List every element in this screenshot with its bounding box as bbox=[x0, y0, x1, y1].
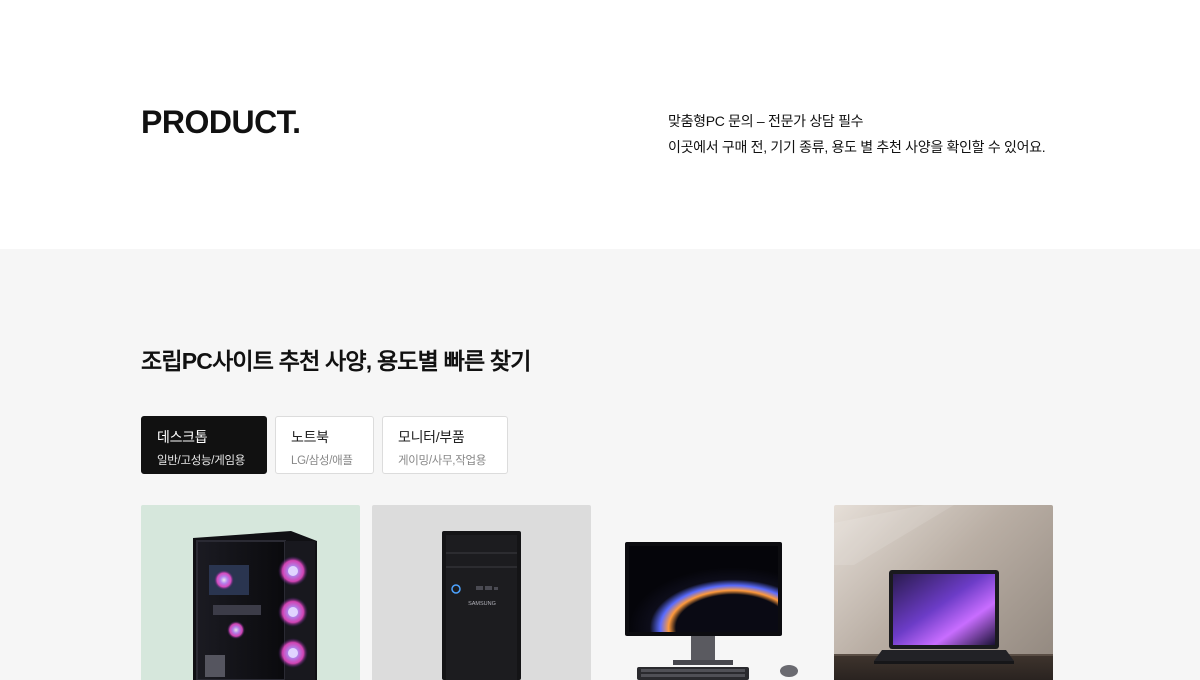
product-card-laptop[interactable] bbox=[834, 505, 1053, 680]
laptop-on-desk-image bbox=[834, 505, 1053, 680]
monitor-keyboard-mouse-set-image bbox=[625, 542, 798, 680]
tab-notebook[interactable]: 노트북 LG/삼성/애플 bbox=[275, 416, 374, 474]
product-finder-section: 조립PC사이트 추천 사양, 용도별 빠른 찾기 데스크톱 일반/고성능/게임용… bbox=[0, 249, 1200, 680]
tower-brand-text: SAMSUNG bbox=[468, 601, 496, 607]
gaming-pc-tower-rgb-fans-image bbox=[193, 531, 317, 680]
section-title: 조립PC사이트 추천 사양, 용도별 빠른 찾기 bbox=[141, 348, 531, 374]
tab-desktop-label: 데스크톱 bbox=[157, 429, 208, 445]
hero-desc-line2: 이곳에서 구매 전, 기기 종류, 용도 별 추천 사양을 확인할 수 있어요. bbox=[668, 139, 1046, 155]
hero-desc-line1: 맞춤형PC 문의 – 전문가 상담 필수 bbox=[668, 113, 864, 129]
tab-monitor-parts-sub: 게이밍/사무,작업용 bbox=[398, 455, 487, 467]
tab-monitor-parts[interactable]: 모니터/부품 게이밍/사무,작업용 bbox=[382, 416, 508, 474]
product-card-gaming-pc[interactable] bbox=[141, 505, 360, 680]
tab-desktop-sub: 일반/고성능/게임용 bbox=[157, 455, 246, 467]
tab-monitor-parts-label: 모니터/부품 bbox=[398, 429, 465, 445]
tab-notebook-label: 노트북 bbox=[291, 429, 329, 445]
tab-desktop[interactable]: 데스크톱 일반/고성능/게임용 bbox=[141, 416, 267, 474]
page-title: PRODUCT. bbox=[141, 104, 301, 140]
category-tabs: 데스크톱 일반/고성능/게임용 노트북 LG/삼성/애플 모니터/부품 게이밍/… bbox=[141, 416, 508, 474]
hero-description: 맞춤형PC 문의 – 전문가 상담 필수 이곳에서 구매 전, 기기 종류, 용… bbox=[668, 108, 1046, 160]
hero-section: PRODUCT. 맞춤형PC 문의 – 전문가 상담 필수 이곳에서 구매 전,… bbox=[0, 0, 1200, 249]
product-cards: SAMSUNG bbox=[141, 505, 1053, 680]
product-card-desktop-tower[interactable]: SAMSUNG bbox=[372, 505, 591, 680]
samsung-desktop-tower-image: SAMSUNG bbox=[442, 531, 521, 680]
product-card-monitor-set[interactable] bbox=[603, 505, 822, 680]
tab-notebook-sub: LG/삼성/애플 bbox=[291, 455, 353, 467]
